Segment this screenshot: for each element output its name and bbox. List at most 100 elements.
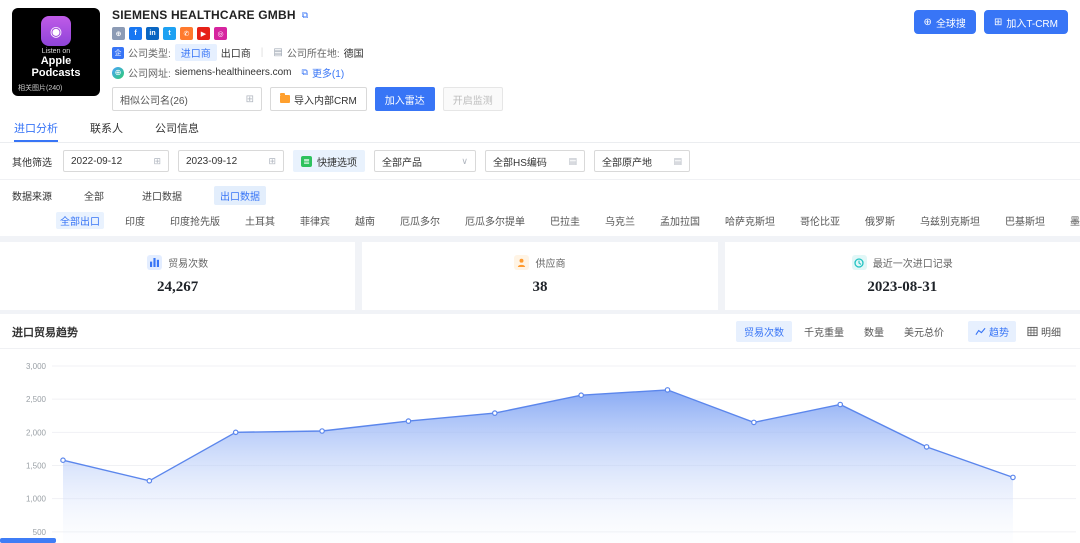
region-tab-13[interactable]: 俄罗斯 bbox=[861, 212, 899, 229]
date-to-input[interactable]: 2023-09-12 ⊞ bbox=[178, 150, 284, 172]
company-name-row: SIEMENS HEALTHCARE GMBH ⧉ bbox=[112, 8, 503, 22]
region-tab-12[interactable]: 哥伦比亚 bbox=[796, 212, 844, 229]
data-source-row: 数据来源 全部 进口数据 出口数据 bbox=[0, 180, 1080, 209]
metric-button-3[interactable]: 美元总价 bbox=[896, 321, 952, 342]
website-icon[interactable]: ⊕ bbox=[112, 27, 125, 40]
region-tab-11[interactable]: 哈萨克斯坦 bbox=[721, 212, 779, 229]
list-icon: ▤ bbox=[568, 156, 577, 167]
origin-select[interactable]: 全部原产地 ▤ bbox=[594, 150, 690, 172]
supplier-icon bbox=[514, 255, 529, 270]
last-import-value: 2023-08-31 bbox=[725, 279, 1080, 296]
region-tab-15[interactable]: 巴基斯坦 bbox=[1001, 212, 1049, 229]
view-detail-label: 明细 bbox=[1041, 324, 1061, 339]
data-source-options: 全部 进口数据 出口数据 bbox=[78, 186, 266, 205]
line-chart-icon bbox=[975, 326, 986, 337]
date-from-value: 2022-09-12 bbox=[71, 156, 122, 167]
region-tab-7[interactable]: 厄瓜多尔提单 bbox=[461, 212, 529, 229]
instagram-icon[interactable]: ◎ bbox=[214, 27, 227, 40]
date-from-input[interactable]: 2022-09-12 ⊞ bbox=[63, 150, 169, 172]
import-crm-button[interactable]: 导入内部CRM bbox=[270, 87, 367, 111]
website-url[interactable]: siemens-healthineers.com bbox=[175, 67, 292, 78]
location-label: 公司所在地: bbox=[287, 45, 340, 60]
trade-count-value: 24,267 bbox=[0, 279, 355, 296]
company-type-row: 企 公司类型: 进口商 出口商 | ▤ 公司所在地: 德国 bbox=[112, 44, 503, 61]
region-tabs: 全部出口印度印度抢先版土耳其菲律宾越南厄瓜多尔厄瓜多尔提单巴拉圭乌克兰孟加拉国哈… bbox=[56, 212, 1080, 229]
trend-controls: 贸易次数千克重量数量美元总价 趋势 明细 bbox=[736, 321, 1068, 342]
data-source-option-0[interactable]: 全部 bbox=[78, 186, 110, 205]
company-logo[interactable]: ◉ Listen on Apple Podcasts 相关图片(240) bbox=[12, 8, 100, 96]
region-tab-1[interactable]: 印度 bbox=[121, 212, 149, 229]
table-icon bbox=[1027, 326, 1038, 337]
region-tab-6[interactable]: 厄瓜多尔 bbox=[396, 212, 444, 229]
metric-toggle-group: 贸易次数千克重量数量美元总价 bbox=[736, 321, 952, 342]
region-tab-8[interactable]: 巴拉圭 bbox=[546, 212, 584, 229]
region-tab-14[interactable]: 乌兹别克斯坦 bbox=[916, 212, 984, 229]
svg-text:2,000: 2,000 bbox=[26, 428, 47, 437]
horizontal-scrollbar-thumb[interactable] bbox=[0, 538, 56, 543]
data-source-option-2[interactable]: 出口数据 bbox=[214, 186, 266, 205]
globe-icon: ⊕ bbox=[924, 17, 932, 28]
company-header: ◉ Listen on Apple Podcasts 相关图片(240) SIE… bbox=[0, 0, 1080, 115]
trade-count-card: 贸易次数 24,267 bbox=[0, 242, 355, 310]
phone-icon[interactable]: ✆ bbox=[180, 27, 193, 40]
join-tcrm-button[interactable]: ⊞ 加入T-CRM bbox=[984, 10, 1068, 34]
data-source-option-1[interactable]: 进口数据 bbox=[136, 186, 188, 205]
quick-options-label: 快捷选项 bbox=[317, 154, 357, 169]
region-tab-3[interactable]: 土耳其 bbox=[241, 212, 279, 229]
importer-tag[interactable]: 进口商 bbox=[175, 44, 217, 61]
clock-icon bbox=[852, 255, 867, 270]
logo-title: Apple Podcasts bbox=[18, 55, 94, 79]
tab-0[interactable]: 进口分析 bbox=[14, 115, 58, 142]
metric-button-0[interactable]: 贸易次数 bbox=[736, 321, 792, 342]
import-crm-label: 导入内部CRM bbox=[294, 92, 357, 107]
metric-button-1[interactable]: 千克重量 bbox=[796, 321, 852, 342]
region-tab-2[interactable]: 印度抢先版 bbox=[166, 212, 224, 229]
company-type-label: 公司类型: bbox=[128, 45, 171, 60]
region-tabs-row: 全部出口印度印度抢先版土耳其菲律宾越南厄瓜多尔厄瓜多尔提单巴拉圭乌克兰孟加拉国哈… bbox=[0, 209, 1080, 236]
youtube-icon[interactable]: ▶ bbox=[197, 27, 210, 40]
exporter-tag[interactable]: 出口商 bbox=[221, 45, 251, 60]
facebook-icon[interactable]: f bbox=[129, 27, 142, 40]
linkedin-icon[interactable]: in bbox=[146, 27, 159, 40]
filter-bar: 其他筛选 2022-09-12 ⊞ 2023-09-12 ⊞ ≣ 快捷选项 全部… bbox=[0, 143, 1080, 179]
view-detail-button[interactable]: 明细 bbox=[1020, 321, 1068, 342]
hs-code-select[interactable]: 全部HS编码 ▤ bbox=[485, 150, 585, 172]
globe-icon: ⊕ bbox=[112, 67, 124, 79]
metric-button-2[interactable]: 数量 bbox=[856, 321, 892, 342]
quick-options-button[interactable]: ≣ 快捷选项 bbox=[293, 150, 365, 172]
list-icon: ▤ bbox=[673, 156, 682, 167]
global-search-button[interactable]: ⊕ 全球搜 bbox=[914, 10, 976, 34]
header-actions: ⊕ 全球搜 ⊞ 加入T-CRM bbox=[914, 10, 1068, 34]
view-trend-button[interactable]: 趋势 bbox=[968, 321, 1016, 342]
copy-icon[interactable]: ⧉ bbox=[302, 67, 308, 78]
tab-1[interactable]: 联系人 bbox=[90, 115, 123, 142]
related-images-caption: 相关图片(240) bbox=[18, 83, 62, 93]
copy-icon[interactable]: ⧉ bbox=[302, 10, 308, 21]
date-to-value: 2023-09-12 bbox=[186, 156, 237, 167]
calendar-icon: ⊞ bbox=[153, 156, 161, 167]
product-select[interactable]: 全部产品 ∨ bbox=[374, 150, 476, 172]
more-link[interactable]: 更多(1) bbox=[312, 65, 344, 80]
svg-text:1,000: 1,000 bbox=[26, 495, 47, 504]
similar-company-value: 相似公司名(26) bbox=[120, 92, 188, 107]
main-tabs: 进口分析 联系人 公司信息 bbox=[0, 115, 1080, 143]
region-tab-16[interactable]: 墨西哥海运 bbox=[1066, 212, 1080, 229]
twitter-icon[interactable]: t bbox=[163, 27, 176, 40]
trade-count-label: 贸易次数 bbox=[168, 255, 208, 270]
last-import-label: 最近一次进口记录 bbox=[873, 255, 953, 270]
region-tab-0[interactable]: 全部出口 bbox=[56, 212, 104, 229]
bar-chart-icon bbox=[147, 255, 162, 270]
similar-company-input[interactable]: 相似公司名(26) ⊞ bbox=[112, 87, 262, 111]
data-source-label: 数据来源 bbox=[12, 188, 52, 203]
add-icon: ⊞ bbox=[994, 17, 1002, 28]
tab-2[interactable]: 公司信息 bbox=[155, 115, 199, 142]
start-monitor-button[interactable]: 开启监测 bbox=[443, 87, 503, 111]
join-radar-button[interactable]: 加入雷达 bbox=[375, 87, 435, 111]
region-tab-10[interactable]: 孟加拉国 bbox=[656, 212, 704, 229]
expand-field-icon: ⊞ bbox=[246, 94, 254, 105]
social-links: ⊕ fint ✆ ▶ ◎ bbox=[112, 27, 503, 40]
region-tab-5[interactable]: 越南 bbox=[351, 212, 379, 229]
region-tab-4[interactable]: 菲律宾 bbox=[296, 212, 334, 229]
trend-title: 进口贸易趋势 bbox=[12, 324, 78, 340]
region-tab-9[interactable]: 乌克兰 bbox=[601, 212, 639, 229]
